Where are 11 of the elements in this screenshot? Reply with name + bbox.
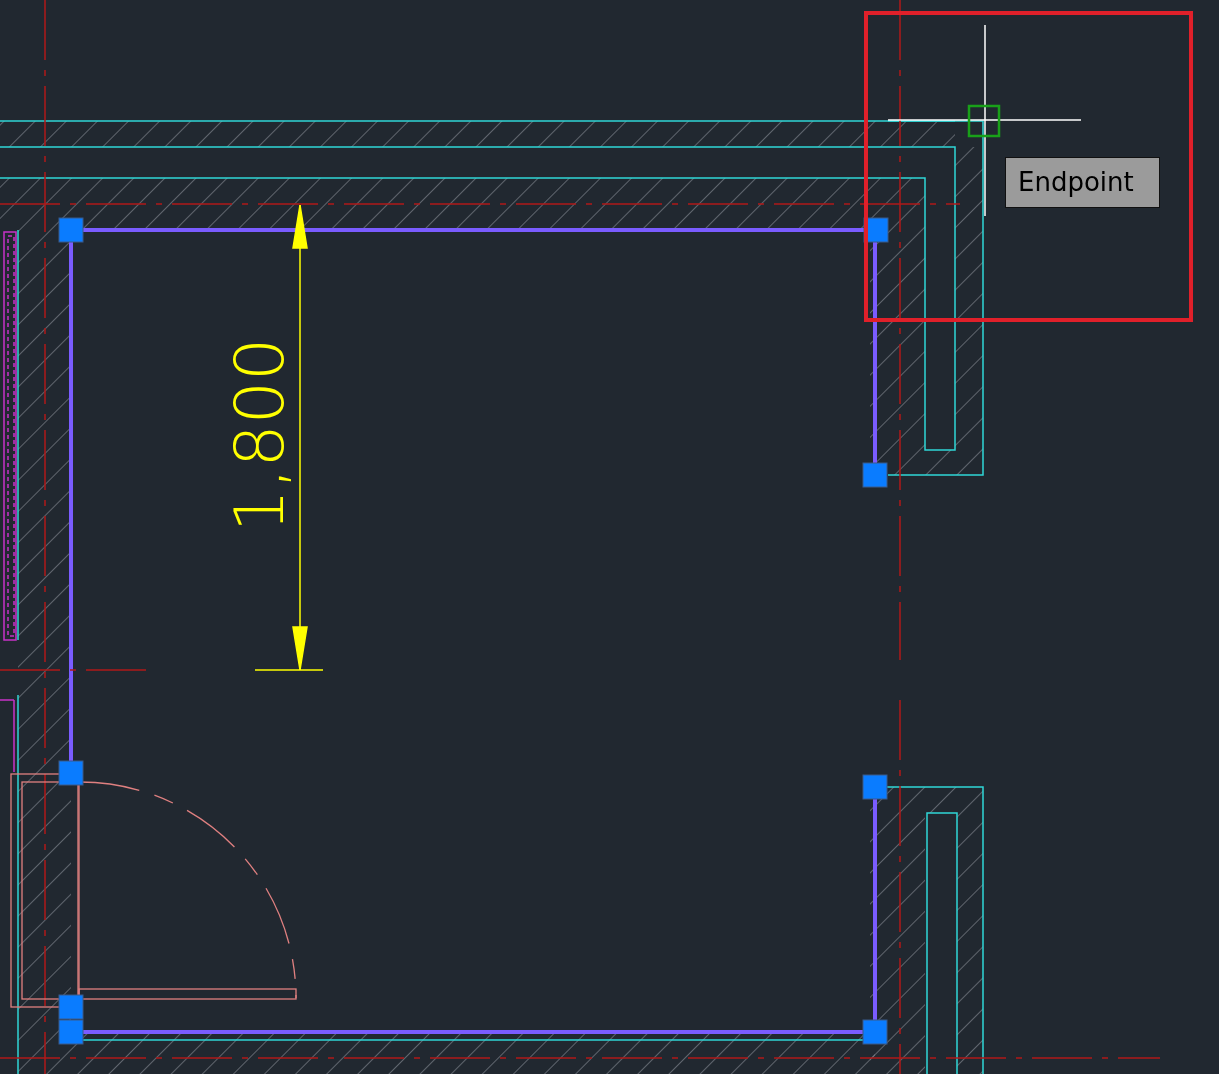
- grip-handle[interactable]: [862, 774, 888, 800]
- grip-handle[interactable]: [58, 994, 84, 1020]
- grip-handle[interactable]: [862, 462, 888, 488]
- grip-handle[interactable]: [58, 760, 84, 786]
- snap-tooltip: Endpoint: [1005, 157, 1160, 208]
- cad-viewport[interactable]: 1,800 Endpoint: [0, 0, 1219, 1074]
- grip-handle[interactable]: [58, 217, 84, 243]
- grip-handle[interactable]: [862, 1019, 888, 1045]
- dimension-text: 1,800: [220, 337, 299, 533]
- snap-marker-icon: [967, 104, 1001, 138]
- grip-handle[interactable]: [58, 1019, 84, 1045]
